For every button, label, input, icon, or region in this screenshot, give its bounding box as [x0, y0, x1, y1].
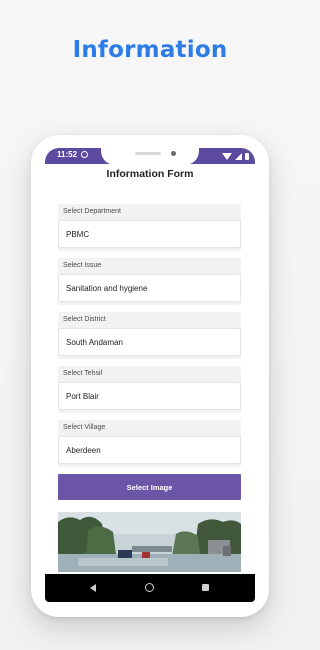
- village-select[interactable]: Aberdeen: [58, 436, 241, 464]
- district-select[interactable]: South Andaman: [58, 328, 241, 356]
- district-label: Select District: [63, 316, 106, 323]
- form-title: Information Form: [106, 168, 194, 180]
- department-field: Select Department PBMC: [58, 204, 241, 251]
- camera-notch: [101, 148, 199, 165]
- district-field: Select District South Andaman: [58, 312, 241, 359]
- recents-icon[interactable]: [202, 584, 209, 591]
- tehsil-field: Select Tehsil Port Blair: [58, 366, 241, 413]
- back-icon[interactable]: [90, 584, 96, 592]
- village-field: Select Village Aberdeen: [58, 420, 241, 467]
- issue-select[interactable]: Sanitation and hygiene: [58, 274, 241, 302]
- signal-icon: [235, 152, 242, 160]
- department-label: Select Department: [63, 208, 121, 215]
- app-screen: 11:52 Information Form Select Department…: [45, 148, 255, 602]
- status-bar: 11:52: [45, 148, 255, 165]
- status-time: 11:52: [57, 150, 78, 159]
- tehsil-select[interactable]: Port Blair: [58, 382, 241, 410]
- settings-icon: [81, 151, 88, 158]
- front-camera: [171, 151, 176, 156]
- phone-frame: 11:52 Information Form Select Department…: [31, 135, 269, 617]
- photo-illustration: [58, 512, 241, 572]
- speaker-grille: [135, 152, 161, 155]
- issue-field: Select Issue Sanitation and hygiene: [58, 258, 241, 305]
- issue-label: Select Issue: [63, 262, 102, 269]
- home-icon[interactable]: [145, 583, 154, 592]
- tehsil-label: Select Tehsil: [63, 370, 103, 377]
- wifi-icon: [222, 152, 232, 160]
- headline: Information: [72, 37, 228, 63]
- village-label: Select Village: [63, 424, 106, 431]
- selected-image-preview: [58, 512, 241, 572]
- battery-icon: [245, 152, 249, 160]
- android-nav-bar: [45, 574, 255, 602]
- department-select[interactable]: PBMC: [58, 220, 241, 248]
- status-icons: [222, 151, 249, 161]
- select-image-button[interactable]: Select Image: [58, 474, 241, 500]
